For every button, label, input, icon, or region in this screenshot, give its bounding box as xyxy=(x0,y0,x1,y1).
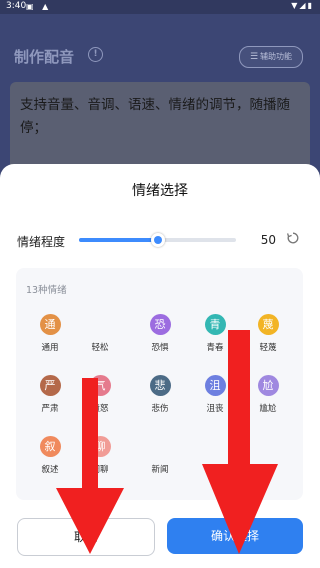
list-icon: ☰ xyxy=(249,52,259,62)
signal-battery-icons: ▼◢▮ xyxy=(291,1,314,10)
emotion-label: 恐惧 xyxy=(151,343,169,353)
sheet-title: 情绪选择 xyxy=(132,183,188,199)
emotion-icon: 恐 xyxy=(149,314,171,335)
text-editor-card[interactable]: 支持音量、音调、语速、情绪的调节，随播随停； xyxy=(10,82,310,172)
annotation-arrow-right xyxy=(202,330,278,554)
emotion-degree-value: 50 xyxy=(260,233,276,247)
emotion-icon xyxy=(89,314,111,335)
assist-button[interactable]: ☰ 辅助功能 xyxy=(239,46,303,68)
emotion-degree-slider[interactable] xyxy=(79,233,236,247)
emotion-label: 新闻 xyxy=(151,465,169,475)
emotion-label: 轻松 xyxy=(91,343,109,353)
emotion-label: 悲伤 xyxy=(151,404,169,414)
emotion-item[interactable]: 恐恐惧 xyxy=(140,314,180,353)
emotion-label: 通用 xyxy=(41,343,59,353)
notification-icons: ▣ ▲ xyxy=(26,2,52,11)
slider-thumb[interactable] xyxy=(150,233,165,247)
emotion-icon: 通 xyxy=(39,314,61,335)
emotion-item[interactable]: 轻松 xyxy=(80,314,120,353)
info-icon[interactable]: ! xyxy=(88,47,103,62)
annotation-arrow-left xyxy=(56,378,124,554)
emotion-item[interactable]: 悲悲伤 xyxy=(140,375,180,414)
editor-text: 支持音量、音调、语速、情绪的调节，随播随停； xyxy=(20,97,290,136)
emotion-count: 13种情绪 xyxy=(26,285,67,296)
status-time: 3:40 xyxy=(6,1,27,11)
emotion-item[interactable]: 通通用 xyxy=(30,314,70,353)
page-title: 制作配音 xyxy=(14,48,75,66)
slider-fill xyxy=(79,238,158,242)
assist-button-label: 辅助功能 xyxy=(260,52,293,61)
emotion-item[interactable]: 新闻 xyxy=(140,436,180,475)
reset-icon[interactable] xyxy=(286,231,300,245)
emotion-icon: 悲 xyxy=(149,375,171,396)
emotion-icon xyxy=(149,436,171,457)
status-bar: 3:40 ▣ ▲ ▼◢▮ xyxy=(0,0,320,14)
emotion-degree-label: 情绪程度 xyxy=(17,235,66,249)
